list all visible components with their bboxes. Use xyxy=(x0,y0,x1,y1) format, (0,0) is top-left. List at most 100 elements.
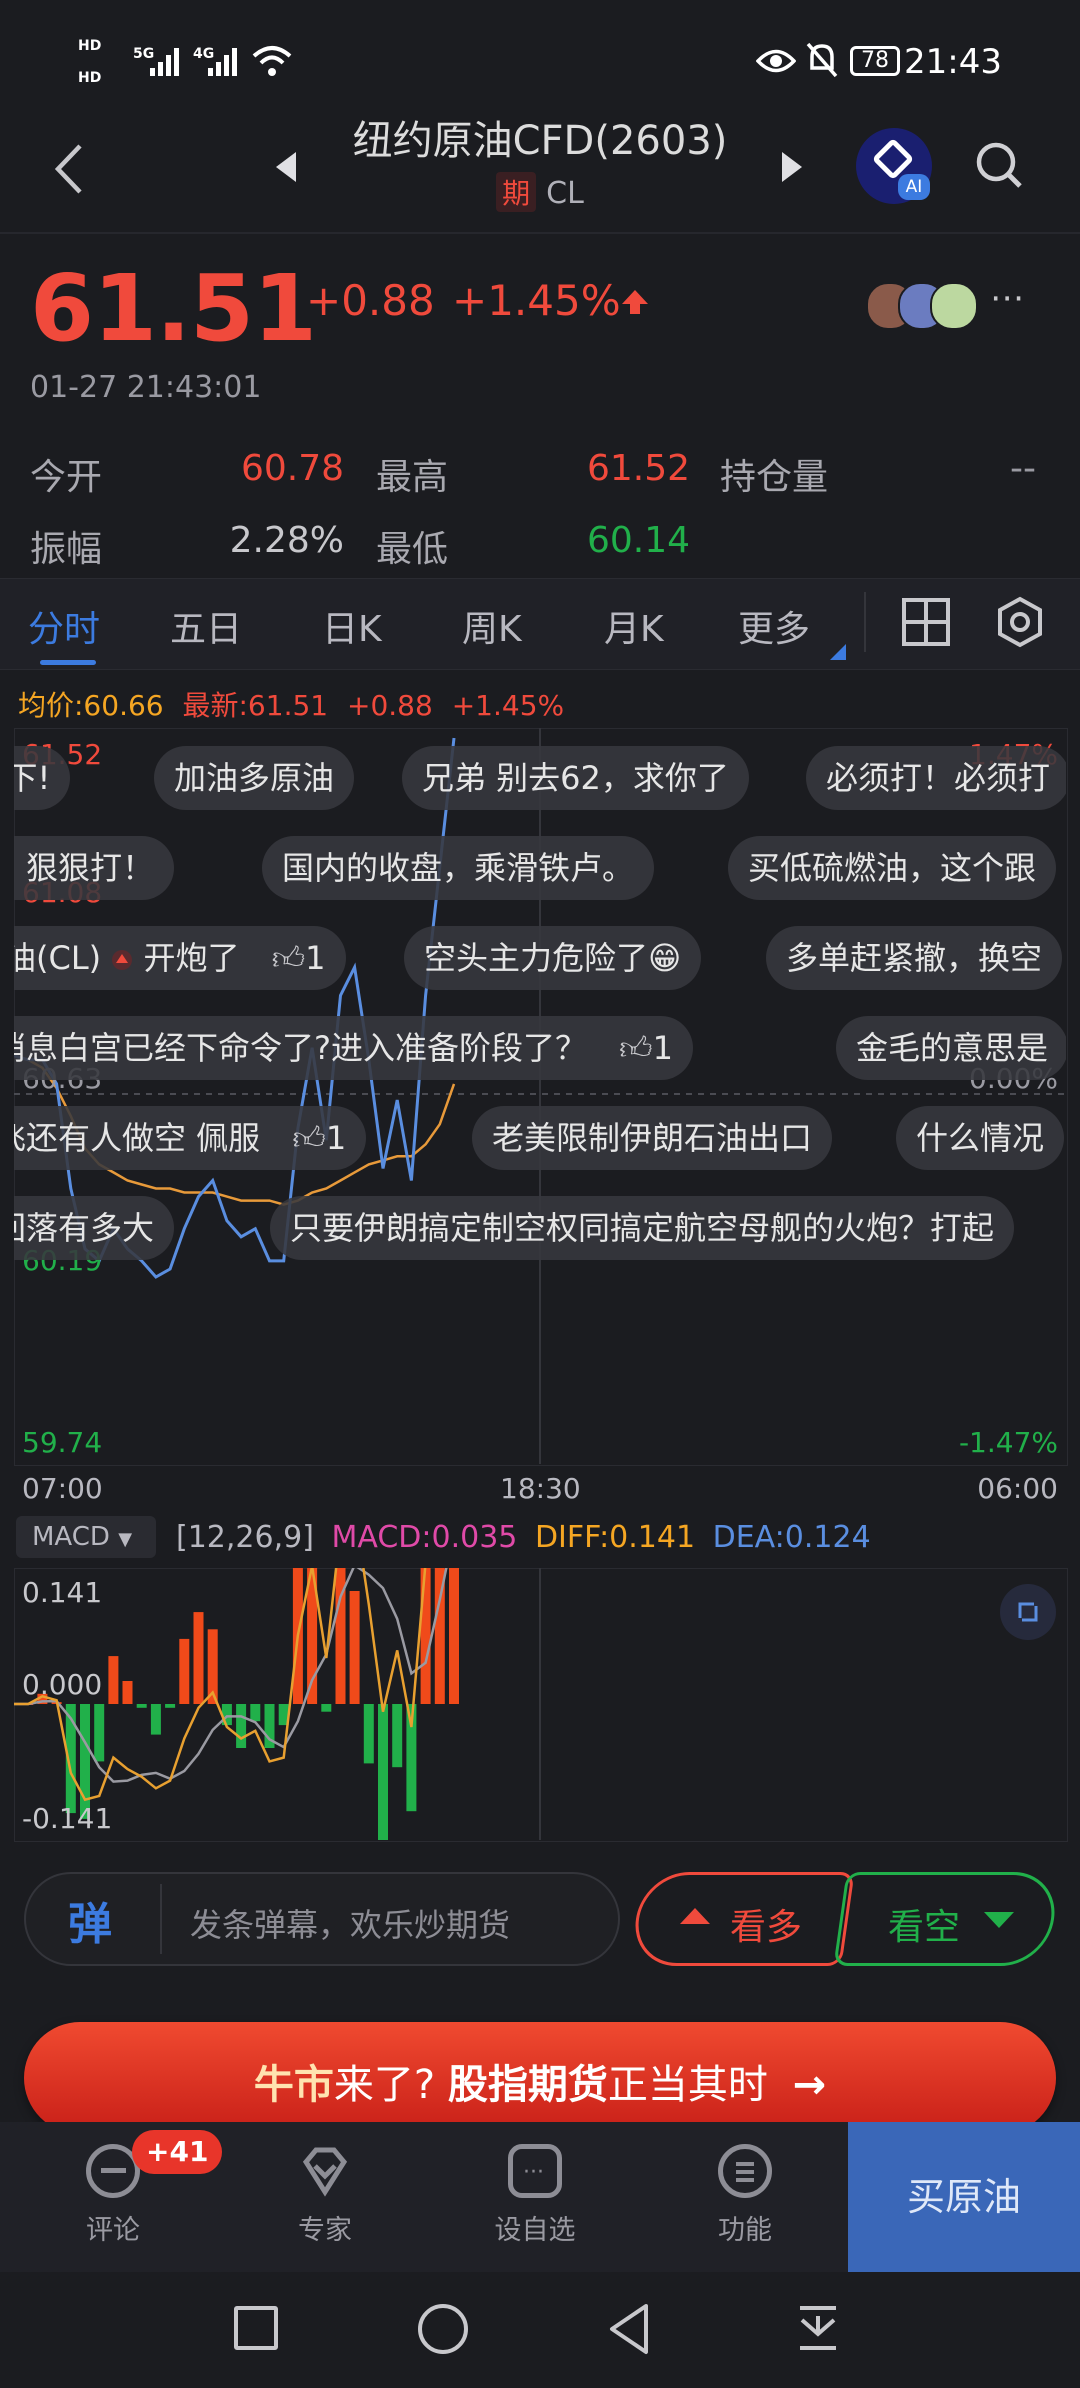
danmaku-bubble[interactable]: 什么情况 xyxy=(896,1106,1065,1170)
bearish-label: 看空 xyxy=(888,1907,961,1948)
macd-bar xyxy=(165,1704,176,1708)
danmaku-bubble[interactable]: 飞还有人做空 佩服 👍︎1 xyxy=(14,1106,367,1170)
up-arrow-icon xyxy=(622,290,648,314)
like-icon[interactable]: 👍︎ xyxy=(619,1029,652,1067)
macd-bar xyxy=(449,1568,459,1704)
expand-icon[interactable] xyxy=(1000,1584,1056,1640)
latest-change-pct: +1.45% xyxy=(451,689,565,722)
macd-chart-svg xyxy=(14,1568,541,1840)
collapse-nav-icon[interactable] xyxy=(796,2302,840,2354)
amplitude-value: 2.28% xyxy=(229,520,344,561)
like-count: 1 xyxy=(325,1119,347,1157)
tab-intraday[interactable]: 分时 xyxy=(28,600,100,652)
eye-icon xyxy=(756,49,796,73)
back-nav-icon[interactable] xyxy=(606,2302,652,2356)
signal-icon xyxy=(150,48,179,76)
macd-bar xyxy=(392,1704,403,1768)
tab-divider xyxy=(864,592,866,652)
indicator-name: MACD xyxy=(32,1522,110,1552)
battery-icon: 78 xyxy=(850,46,900,76)
pct-label-bottom: -1.47% xyxy=(958,1426,1058,1459)
danmaku-bubble[interactable]: ， 狠狠打！ xyxy=(14,836,175,900)
danmaku-bubble[interactable]: 只要伊朗搞定制空权同搞定航空母舰的火炮？打起 xyxy=(270,1196,1015,1260)
danmaku-bubble[interactable]: 空头主力危险了😁 xyxy=(404,926,702,990)
promo-part2: 来了? xyxy=(333,2062,436,2108)
promo-part3: 股指期货 xyxy=(447,2062,608,2108)
grid-layout-icon[interactable] xyxy=(902,598,950,646)
promo-part1: 牛市 xyxy=(253,2062,334,2108)
open-value: 60.78 xyxy=(240,448,344,489)
nav-experts[interactable]: 专家 xyxy=(270,2144,380,2247)
indicator-selector[interactable]: MACD ▼ xyxy=(16,1516,156,1558)
macd-bar xyxy=(179,1638,190,1704)
open-label: 今开 xyxy=(30,457,103,498)
danmaku-bubble[interactable]: 兄弟 别去62，求你了 xyxy=(402,746,749,810)
danmaku-bubble[interactable]: 回落有多大 xyxy=(14,1196,175,1260)
tab-five-day[interactable]: 五日 xyxy=(170,600,242,652)
danmaku-placeholder: 发条弹幕，欢乐炒期货 xyxy=(190,1906,511,1944)
signal-icon-2 xyxy=(208,48,237,76)
recent-apps-icon[interactable] xyxy=(234,2306,278,2350)
arrow-right-icon: → xyxy=(792,2062,827,2108)
battery-level: 78 xyxy=(861,48,889,73)
danmaku-bubble[interactable]: 加油多原油 xyxy=(154,746,355,810)
danmaku-bubble[interactable]: 买低硫燃油，这个跟 xyxy=(728,836,1057,900)
nav-experts-label: 专家 xyxy=(298,2215,352,2246)
high-label: 最高 xyxy=(376,457,449,498)
price-change: +0.88 xyxy=(306,276,435,325)
danmaku-layer: -下! 加油多原油 兄弟 别去62，求你了 必须打！必须打 ， 狠狠打！ 国内的… xyxy=(14,746,1066,1286)
danmaku-bubble[interactable]: 金毛的意思是 xyxy=(836,1016,1066,1080)
like-icon[interactable]: 👍︎ xyxy=(272,939,305,977)
next-instrument-icon[interactable] xyxy=(778,150,806,184)
nav-add-watchlist[interactable]: ··· 设自选 xyxy=(480,2144,590,2247)
macd-bar xyxy=(349,1591,360,1704)
last-price: 61.51 xyxy=(30,255,317,362)
danmaku-input[interactable]: 弹 发条弹幕，欢乐炒期货 xyxy=(24,1872,620,1966)
nav-functions[interactable]: 功能 xyxy=(690,2144,800,2247)
futures-badge: 期 xyxy=(496,172,537,212)
more-icon[interactable]: ⋯ xyxy=(990,278,1024,318)
tab-more[interactable]: 更多 xyxy=(738,600,810,652)
tab-daily-k[interactable]: 日K xyxy=(322,600,382,652)
danmaku-bubble[interactable]: 老美限制伊朗石油出口 xyxy=(472,1106,833,1170)
home-icon[interactable] xyxy=(418,2304,468,2354)
avg-price: 均价:60.66 xyxy=(18,689,164,722)
like-count: 1 xyxy=(305,939,326,977)
settings-icon[interactable] xyxy=(994,596,1046,648)
x-label-start: 07:00 xyxy=(22,1472,103,1505)
macd-params: [12,26,9] xyxy=(176,1520,314,1555)
search-icon[interactable] xyxy=(974,140,1024,194)
menu-list-icon xyxy=(718,2144,772,2198)
macd-bar xyxy=(94,1704,105,1762)
ai-assistant-icon[interactable]: AI xyxy=(856,128,932,204)
danmaku-bubble[interactable]: 油(CL) 开炮了 👍︎1 xyxy=(14,926,346,990)
macd-bar xyxy=(378,1704,388,1840)
promo-banner[interactable]: 牛市来了? 股指期货正当其时 → xyxy=(24,2022,1056,2134)
macd-bar xyxy=(221,1704,232,1726)
like-count: 1 xyxy=(652,1029,673,1067)
danmaku-bubble[interactable]: 多单赶紧撤，换空 xyxy=(766,926,1063,990)
watchers-avatars[interactable] xyxy=(866,280,982,330)
diamond-icon xyxy=(298,2144,352,2198)
dropdown-corner-icon xyxy=(830,644,846,660)
danmaku-bubble[interactable]: 国内的收盘，乘滑铁卢。 xyxy=(262,836,655,900)
like-icon[interactable]: 👍︎ xyxy=(292,1119,325,1157)
macd-y-top: 0.141 xyxy=(22,1576,103,1609)
macd-bar xyxy=(236,1704,247,1748)
danmaku-bubble[interactable]: 消息白宫已经下命令了?进入准备阶段了？ 👍︎1 xyxy=(14,1016,693,1080)
buy-crude-button[interactable]: 买原油 xyxy=(848,2122,1080,2272)
y-label-bottom: 59.74 xyxy=(22,1426,103,1459)
danmaku-bubble[interactable]: -下! xyxy=(14,746,71,810)
status-bar: HD HD 5G 4G 78 21:43 xyxy=(0,0,1080,125)
wifi-icon xyxy=(252,46,292,76)
danmaku-icon: 弹 xyxy=(68,1899,112,1950)
tab-weekly-k[interactable]: 周K xyxy=(462,600,522,652)
x-label-mid: 18:30 xyxy=(500,1472,581,1505)
chart-info-line: 均价:60.66 最新:61.51 +0.88 +1.45% xyxy=(18,684,564,724)
low-value: 60.14 xyxy=(586,520,690,561)
high-value: 61.52 xyxy=(586,448,690,489)
bull-arrow-icon xyxy=(680,1908,710,1924)
danmaku-bubble[interactable]: 必须打！必须打 xyxy=(806,746,1066,810)
macd-bar xyxy=(136,1704,147,1708)
tab-monthly-k[interactable]: 月K xyxy=(604,600,664,652)
